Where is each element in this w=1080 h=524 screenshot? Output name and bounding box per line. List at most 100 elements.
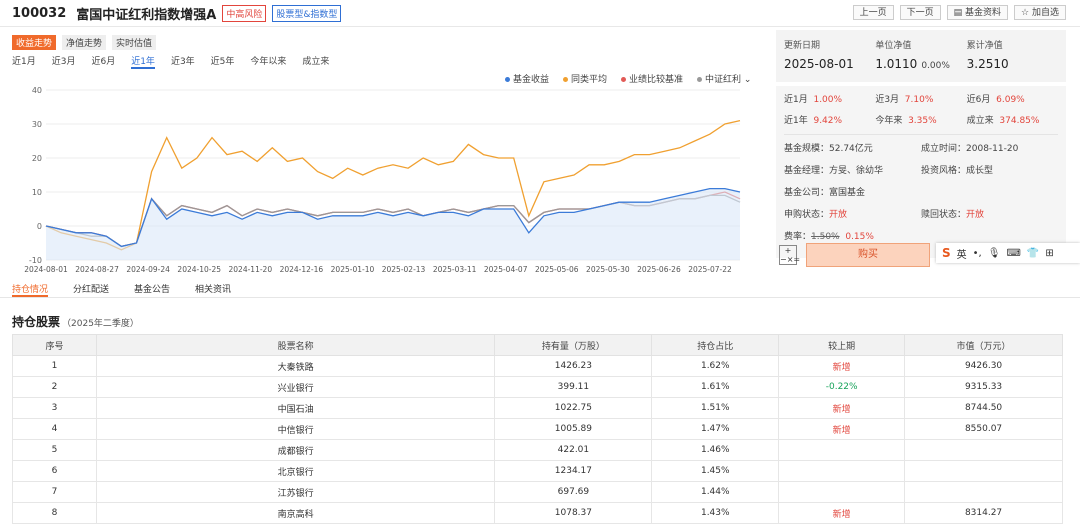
update-date-label: 更新日期	[784, 41, 821, 51]
table-row[interactable]: 4 中信银行 1005.89 1.47% 新增 8550.07	[12, 418, 1063, 440]
table-cell[interactable]: 兴业银行	[95, 376, 496, 398]
table-cell: 9315.33	[904, 376, 1063, 398]
column-header: 持仓占比	[651, 334, 780, 356]
tab-realtime-estimate[interactable]: 实时估值	[112, 35, 157, 50]
table-cell: 新增	[778, 418, 906, 440]
table-cell: -0.22%	[778, 376, 906, 398]
table-row[interactable]: 5 成都银行 422.01 1.46%	[12, 439, 1063, 461]
tab-announcements[interactable]: 基金公告	[134, 282, 170, 297]
investment-style: 成长型	[966, 166, 994, 176]
fund-header: 100032 富国中证红利指数增强A 中高风险 股票型&指数型 上一页 下一页 …	[0, 0, 1080, 27]
range-3m[interactable]: 近3月	[52, 54, 76, 69]
sogou-logo-icon[interactable]: S	[942, 246, 951, 260]
apps-grid-icon[interactable]: ⊞	[1045, 248, 1053, 259]
return-line-chart[interactable]: 40 30 20 10 0 -102024-08-01 2024-08-27 2024-09-…	[0, 82, 770, 282]
x-tick-label: 2025-01-10	[331, 265, 375, 274]
x-tick-label: 2025-04-07	[484, 265, 528, 274]
add-watchlist-button[interactable]: ☆ 加自选	[1014, 5, 1066, 20]
table-cell: 2	[12, 376, 97, 398]
table-cell: 新增	[778, 502, 906, 524]
unit-nav: 1.0110	[875, 57, 918, 71]
tab-dividends[interactable]: 分红配送	[73, 282, 109, 297]
document-icon: ▤	[953, 8, 966, 18]
range-ytd[interactable]: 今年以来	[250, 54, 286, 69]
perf-row: 近1月 1.00% 近3月 7.10% 近6月 6.09%	[784, 95, 1025, 105]
column-header: 市值（万元）	[904, 334, 1063, 356]
type-badge[interactable]: 股票型&指数型	[272, 4, 342, 22]
language-toggle[interactable]: 英	[957, 246, 967, 261]
range-since-inception[interactable]: 成立来	[302, 54, 329, 69]
x-tick-label: 2025-05-06	[535, 265, 579, 274]
table-cell[interactable]: 大秦铁路	[95, 355, 496, 377]
range-3y[interactable]: 近3年	[171, 54, 195, 69]
table-cell	[778, 439, 906, 461]
table-row[interactable]: 6 北京银行 1234.17 1.45%	[12, 460, 1063, 482]
x-tick-label: 2025-07-22	[688, 265, 732, 274]
tab-return-trend[interactable]: 收益走势	[12, 35, 57, 50]
table-cell: 1022.75	[494, 397, 653, 419]
range-1y[interactable]: 近1年	[131, 54, 155, 69]
x-tick-label: 2025-05-30	[586, 265, 630, 274]
table-cell: 3	[12, 397, 97, 419]
original-fee: 1.50%	[811, 232, 840, 242]
star-icon: ☆	[1021, 8, 1032, 18]
y-tick-label: 30	[32, 120, 42, 129]
redeem-status: 开放	[966, 210, 985, 220]
punctuation-icon[interactable]: •,	[973, 248, 982, 259]
fund-name: 富国中证红利指数增强A	[76, 7, 217, 23]
perf-1m: 1.00%	[813, 95, 843, 105]
fund-info-button[interactable]: ▤ 基金资料	[946, 5, 1009, 20]
tab-holdings[interactable]: 持仓情况	[12, 282, 49, 297]
risk-badge: 中高风险	[222, 4, 267, 22]
unit-nav-change: 0.00%	[921, 61, 950, 71]
table-cell[interactable]: 中信银行	[95, 418, 496, 440]
x-tick-label: 2025-06-26	[637, 265, 681, 274]
microphone-icon[interactable]: 🎙	[988, 248, 1001, 259]
table-cell: 1.44%	[651, 481, 780, 503]
range-5y[interactable]: 近5年	[211, 54, 235, 69]
table-cell: 422.01	[494, 439, 653, 461]
table-cell[interactable]: 北京银行	[95, 460, 496, 482]
section-period: （2025年二季度）	[62, 319, 139, 329]
keyboard-icon[interactable]: ⌨	[1006, 248, 1020, 259]
tab-news[interactable]: 相关资讯	[195, 282, 231, 297]
tab-nav-trend[interactable]: 净值走势	[62, 35, 107, 50]
x-tick-label: 2025-02-13	[382, 265, 426, 274]
x-tick-label: 2024-10-25	[177, 265, 221, 274]
table-cell: 1.45%	[651, 460, 780, 482]
next-page-button[interactable]: 下一页	[899, 5, 941, 20]
table-cell[interactable]: 南京高科	[95, 502, 496, 524]
table-cell	[904, 460, 1063, 482]
series-area	[46, 188, 740, 260]
calculator-icon[interactable]: +−×=	[779, 245, 800, 265]
fund-company[interactable]: 富国基金	[829, 188, 865, 198]
table-cell: 新增	[778, 397, 906, 419]
table-row[interactable]: 3 中国石油 1022.75 1.51% 新增 8744.50	[12, 397, 1063, 419]
ime-toolbar[interactable]: S 英 •, 🎙 ⌨ 👕 ⊞	[936, 243, 1080, 263]
table-cell: 7	[12, 481, 97, 503]
table-row[interactable]: 2 兴业银行 399.11 1.61% -0.22% 9315.33	[12, 376, 1063, 398]
range-1m[interactable]: 近1月	[12, 54, 36, 69]
buy-button[interactable]: 购买	[806, 243, 930, 267]
section-title: 持仓股票 （2025年二季度）	[12, 315, 139, 329]
x-tick-label: 2024-08-01	[24, 265, 68, 274]
table-cell: 1234.17	[494, 460, 653, 482]
fund-size: 52.74亿元	[829, 144, 873, 154]
table-row[interactable]: 8 南京高科 1078.37 1.43% 新增 8314.27	[12, 502, 1063, 524]
prev-page-button[interactable]: 上一页	[852, 5, 894, 20]
table-row[interactable]: 1 大秦铁路 1426.23 1.62% 新增 9426.30	[12, 355, 1063, 377]
table-cell[interactable]: 成都银行	[95, 439, 496, 461]
table-cell: 1.51%	[651, 397, 780, 419]
perf-6m: 6.09%	[996, 95, 1025, 105]
table-cell[interactable]: 中国石油	[95, 397, 496, 419]
skin-icon[interactable]: 👕	[1027, 248, 1039, 259]
table-cell[interactable]: 江苏银行	[95, 481, 496, 503]
y-tick-label: 40	[32, 86, 42, 95]
fund-managers[interactable]: 方旻、徐幼华	[829, 166, 883, 176]
table-cell: 8314.27	[904, 502, 1063, 524]
table-cell: 1.47%	[651, 418, 780, 440]
range-6m[interactable]: 近6月	[91, 54, 115, 69]
table-row[interactable]: 7 江苏银行 697.69 1.44%	[12, 481, 1063, 503]
table-cell: 1.61%	[651, 376, 780, 398]
table-cell: 697.69	[494, 481, 653, 503]
